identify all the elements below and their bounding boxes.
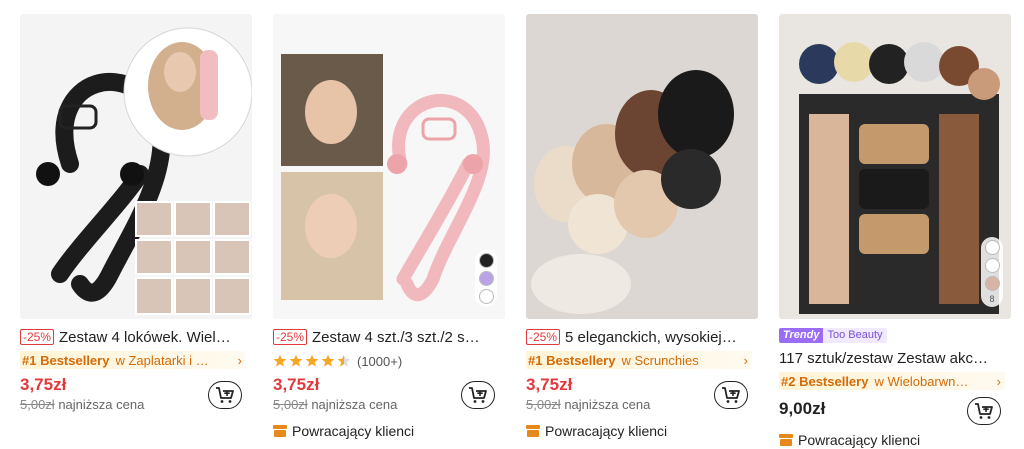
color-swatch[interactable] [478, 271, 494, 286]
bestseller-rank: #1 Bestsellery [528, 352, 616, 368]
box-icon [526, 425, 540, 437]
box-icon [779, 434, 793, 446]
product-card[interactable]: -25% 5 eleganckich, wysokiej… #1 Bestsel… [526, 0, 758, 449]
old-price: 5,00zł [526, 397, 561, 412]
add-to-cart-button[interactable] [461, 381, 495, 409]
bestseller-badge[interactable]: #2 Bestsellery w Wielobarwn… › [779, 372, 1005, 390]
returning-customers: Powracający klienci [526, 423, 667, 439]
add-to-cart-button[interactable] [714, 381, 748, 409]
add-to-cart-icon [469, 387, 487, 403]
returning-label: Powracający klienci [292, 423, 415, 439]
bestseller-category: w Wielobarwn… [874, 373, 969, 389]
returning-customers: Powracający klienci [779, 432, 920, 448]
returning-label: Powracający klienci [545, 423, 668, 439]
brand-label: Too Beauty [823, 328, 887, 343]
lowest-price-label: najniższa cena [311, 397, 398, 412]
star-icon [289, 354, 303, 367]
add-to-cart-icon [722, 387, 740, 403]
color-swatch[interactable] [478, 253, 494, 268]
color-swatches[interactable] [475, 250, 497, 307]
color-swatch[interactable] [478, 289, 494, 304]
product-title[interactable]: 5 eleganckich, wysokiej… [565, 329, 737, 346]
trendy-badge: Trendy [779, 328, 824, 343]
chevron-right-icon: › [996, 373, 1001, 389]
color-swatch[interactable] [984, 258, 1000, 273]
bestseller-badge[interactable]: #1 Bestsellery w Scrunchies › [526, 351, 752, 369]
title-row[interactable]: -25% Zestaw 4 szt./3 szt./2 s… [273, 328, 505, 346]
product-price: 3,75zł [20, 375, 67, 394]
old-price-row: 5,00zł najniższa cena [20, 397, 144, 412]
star-icon [305, 354, 319, 367]
add-to-cart-icon [975, 403, 993, 419]
star-half-icon [337, 354, 351, 367]
old-price-row: 5,00zł najniższa cena [526, 397, 650, 412]
product-title[interactable]: 117 sztuk/zestaw Zestaw akc… [779, 350, 988, 367]
bestseller-rank: #2 Bestsellery [781, 373, 869, 389]
color-swatch[interactable] [984, 240, 1000, 255]
add-to-cart-icon [216, 387, 234, 403]
trendy-brand-badge[interactable]: Trendy Too Beauty [779, 328, 887, 343]
title-row[interactable]: 117 sztuk/zestaw Zestaw akc… [779, 349, 1011, 367]
rating[interactable]: (1000+) [273, 352, 402, 370]
lowest-price-label: najniższa cena [564, 397, 651, 412]
color-swatches[interactable]: 8 [981, 237, 1003, 307]
product-card[interactable]: 8 Trendy Too Beauty 117 sztuk/zestaw Zes… [779, 0, 1011, 449]
bestseller-category: w Scrunchies [621, 352, 699, 368]
discount-badge: -25% [20, 329, 55, 345]
old-price-row: 5,00zł najniższa cena [273, 397, 397, 412]
bestseller-category: w Zaplatarki i … [115, 352, 209, 368]
bestseller-badge[interactable]: #1 Bestsellery w Zaplatarki i … › [20, 351, 246, 369]
product-price: 3,75zł [526, 375, 573, 394]
color-swatch[interactable] [984, 276, 1000, 291]
old-price: 5,00zł [273, 397, 308, 412]
product-image[interactable] [526, 14, 758, 319]
chevron-right-icon: › [743, 352, 748, 368]
product-card[interactable]: -25% Zestaw 4 szt./3 szt./2 s… (1000+) 3… [273, 0, 505, 449]
star-icon [273, 354, 287, 367]
title-row[interactable]: -25% 5 eleganckich, wysokiej… [526, 328, 758, 346]
title-row[interactable]: -25% Zestaw 4 lokówek. Wiel… [20, 328, 252, 346]
star-icon [321, 354, 335, 367]
swatch-count: 8 [989, 294, 995, 304]
product-image[interactable] [20, 14, 252, 319]
box-icon [273, 425, 287, 437]
add-to-cart-button[interactable] [967, 397, 1001, 425]
product-price: 9,00zł [779, 399, 826, 418]
product-image[interactable]: 8 [779, 14, 1011, 319]
bestseller-rank: #1 Bestsellery [22, 352, 110, 368]
old-price: 5,00zł [20, 397, 55, 412]
add-to-cart-button[interactable] [208, 381, 242, 409]
product-image[interactable] [273, 14, 505, 319]
returning-label: Powracający klienci [798, 432, 921, 448]
discount-badge: -25% [273, 329, 308, 345]
lowest-price-label: najniższa cena [58, 397, 145, 412]
discount-badge: -25% [526, 329, 561, 345]
rating-count: (1000+) [357, 353, 403, 369]
product-card[interactable]: -25% Zestaw 4 lokówek. Wiel… #1 Bestsell… [20, 0, 252, 449]
chevron-right-icon: › [237, 352, 242, 368]
product-title[interactable]: Zestaw 4 lokówek. Wiel… [59, 329, 231, 346]
product-title[interactable]: Zestaw 4 szt./3 szt./2 s… [312, 329, 480, 346]
product-price: 3,75zł [273, 375, 320, 394]
returning-customers: Powracający klienci [273, 423, 414, 439]
